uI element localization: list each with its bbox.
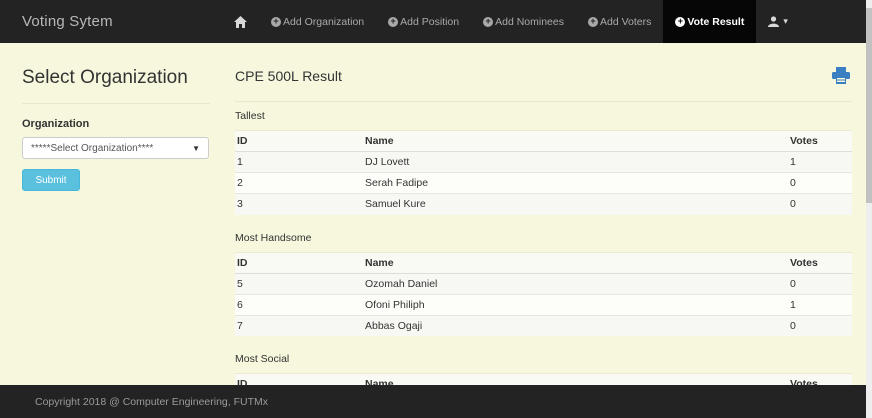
table-row: 6 Ofoni Philiph 1 <box>235 293 852 315</box>
footer-copyright: Copyright 2018 @ Computer Engineering, F… <box>35 395 269 408</box>
row-name: DJ Lovett <box>363 151 788 173</box>
row-votes: 1 <box>788 293 852 315</box>
table-row: 2 Serah Fadipe 0 <box>235 172 852 194</box>
table-header-row: ID Name Votes <box>235 130 852 152</box>
nav-add-voters[interactable]: + Add Voters <box>576 0 663 43</box>
sidebar: Select Organization Organization *****Se… <box>22 43 210 191</box>
row-id: 3 <box>235 193 363 215</box>
nav-vote-result[interactable]: + Vote Result <box>663 0 757 43</box>
footer: Copyright 2018 @ Computer Engineering, F… <box>0 385 866 418</box>
section-title-tallest: Tallest <box>235 110 265 122</box>
nav-home[interactable] <box>222 0 259 43</box>
scrollbar-thumb[interactable] <box>866 8 872 203</box>
nav-label: Add Voters <box>599 15 652 28</box>
table-row: 1 DJ Lovett 1 <box>235 151 852 173</box>
results-table-tallest: ID Name Votes 1 DJ Lovett 1 2 Serah Fadi… <box>235 130 852 215</box>
row-votes: 0 <box>788 272 852 294</box>
section-title-most-handsome: Most Handsome <box>235 231 312 244</box>
plus-circle-icon: + <box>388 16 399 27</box>
table-header-row: ID Name Votes <box>235 251 852 274</box>
row-name: Ozomah Daniel <box>363 272 788 294</box>
table-row: 7 Abbas Ogaji 0 <box>235 314 852 336</box>
plus-circle-icon: + <box>675 16 686 27</box>
user-icon <box>768 16 780 27</box>
caret-down-icon: ▼ <box>192 143 200 153</box>
plus-circle-icon: + <box>587 16 598 27</box>
section-title-most-social: Most Social <box>235 353 290 365</box>
column-header-id: ID <box>235 251 363 274</box>
column-header-name: Name <box>363 251 788 274</box>
nav-add-nominees[interactable]: + Add Nominees <box>471 0 576 43</box>
nav-label: Add Position <box>400 15 460 28</box>
chevron-down-icon: ▾ <box>783 16 788 26</box>
column-header-name: Name <box>363 130 788 152</box>
user-menu-dropdown[interactable]: ▾ <box>756 0 800 43</box>
row-id: 5 <box>235 272 363 294</box>
top-navbar: Voting Sytem + Add Organization + Add Po… <box>0 0 872 43</box>
nav-label: Vote Result <box>687 15 745 28</box>
row-name: Abbas Ogaji <box>363 314 788 336</box>
organization-label: Organization <box>22 118 90 130</box>
nav-add-position[interactable]: + Add Position <box>376 0 471 43</box>
select-value: *****Select Organization**** <box>31 142 154 154</box>
nav-label: Add Nominees <box>495 15 564 28</box>
row-votes: 0 <box>788 172 852 194</box>
row-votes: 0 <box>788 193 852 215</box>
scrollbar[interactable] <box>866 0 872 418</box>
row-votes: 1 <box>788 151 852 173</box>
column-header-votes: Votes <box>788 130 852 152</box>
row-id: 2 <box>235 172 363 194</box>
row-id: 1 <box>235 151 363 173</box>
row-name: Samuel Kure <box>363 193 788 215</box>
row-name: Ofoni Philiph <box>363 293 788 315</box>
brand-title[interactable]: Voting Sytem <box>0 13 222 30</box>
row-id: 7 <box>235 314 363 336</box>
column-header-votes: Votes <box>788 251 852 274</box>
submit-button[interactable]: Submit <box>22 169 80 191</box>
nav-add-organization[interactable]: + Add Organization <box>259 0 376 43</box>
print-icon[interactable] <box>832 67 850 84</box>
plus-circle-icon: + <box>483 16 494 27</box>
home-icon <box>234 15 247 28</box>
results-table-most-handsome: ID Name Votes 5 Ozomah Daniel 0 6 Ofoni … <box>235 251 852 336</box>
plus-circle-icon: + <box>271 16 281 27</box>
row-votes: 0 <box>788 314 852 336</box>
nav-label: Add Organization <box>283 15 365 28</box>
row-id: 6 <box>235 293 363 315</box>
sidebar-title: Select Organization <box>22 67 210 104</box>
nav-menu: + Add Organization + Add Position + Add … <box>222 0 800 43</box>
table-row: 3 Samuel Kure 0 <box>235 193 852 215</box>
page-title: CPE 500L Result <box>235 68 852 102</box>
organization-select[interactable]: *****Select Organization**** ▼ <box>22 137 209 159</box>
row-name: Serah Fadipe <box>363 172 788 194</box>
table-row: 5 Ozomah Daniel 0 <box>235 272 852 294</box>
main-content: CPE 500L Result Tallest ID Name Votes 1 … <box>235 43 852 395</box>
column-header-id: ID <box>235 130 363 152</box>
